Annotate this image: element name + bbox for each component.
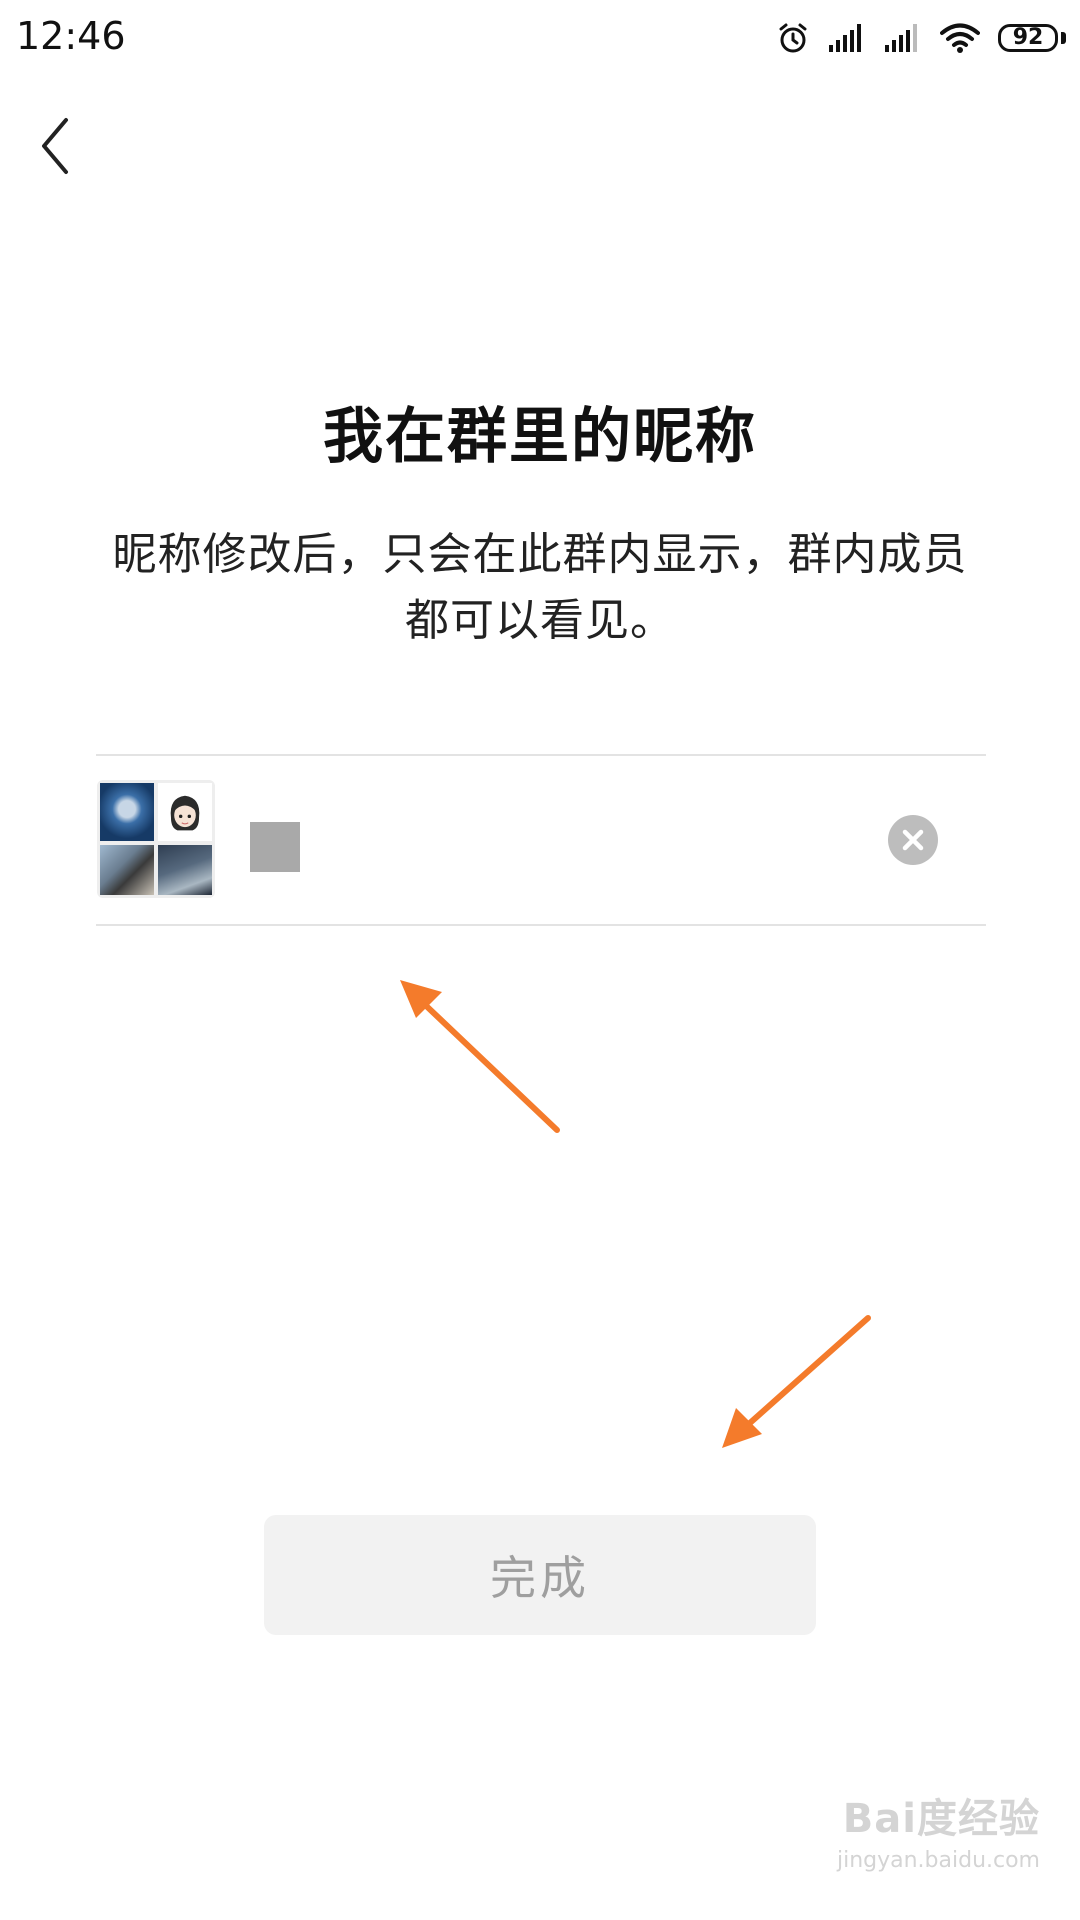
- status-bar: 12:46 92: [0, 0, 1080, 80]
- avatar-cell: [158, 845, 212, 895]
- divider: [96, 924, 986, 926]
- done-button-label: 完成: [490, 1551, 590, 1605]
- avatar-cell: [158, 783, 212, 841]
- arrow-icon: [400, 980, 560, 1133]
- nickname-input[interactable]: [250, 822, 850, 876]
- watermark: Bai度经验 jingyan.baidu.com: [830, 1786, 1040, 1896]
- page-title: 我在群里的昵称: [323, 402, 757, 472]
- arrow-icon: [722, 1315, 871, 1448]
- battery-icon: 92: [998, 21, 1066, 55]
- avatar-cell: [100, 783, 154, 841]
- chevron-left-icon: [42, 118, 68, 174]
- battery-level: 92: [1012, 25, 1044, 50]
- divider: [96, 754, 986, 756]
- page-description: 昵称修改后，只会在此群内显示，群内成员都可以看见。: [112, 529, 968, 646]
- signal-icon: [829, 24, 861, 52]
- nickname-text-block: [250, 822, 300, 872]
- watermark-url: jingyan.baidu.com: [836, 1848, 1040, 1873]
- status-time: 12:46: [16, 14, 126, 58]
- girl-avatar-icon: [170, 795, 200, 831]
- clear-icon: [902, 829, 924, 851]
- wifi-icon: [940, 23, 980, 53]
- clear-button[interactable]: [888, 815, 938, 865]
- avatar-cell: [100, 845, 154, 895]
- alarm-icon: [779, 23, 807, 53]
- status-icons: 92: [776, 18, 1066, 58]
- done-button[interactable]: 完成: [264, 1515, 816, 1635]
- signal-icon: [885, 24, 917, 52]
- watermark-logo: Bai度经验: [842, 1796, 1040, 1842]
- group-avatar: [97, 780, 215, 898]
- back-button[interactable]: [30, 112, 90, 180]
